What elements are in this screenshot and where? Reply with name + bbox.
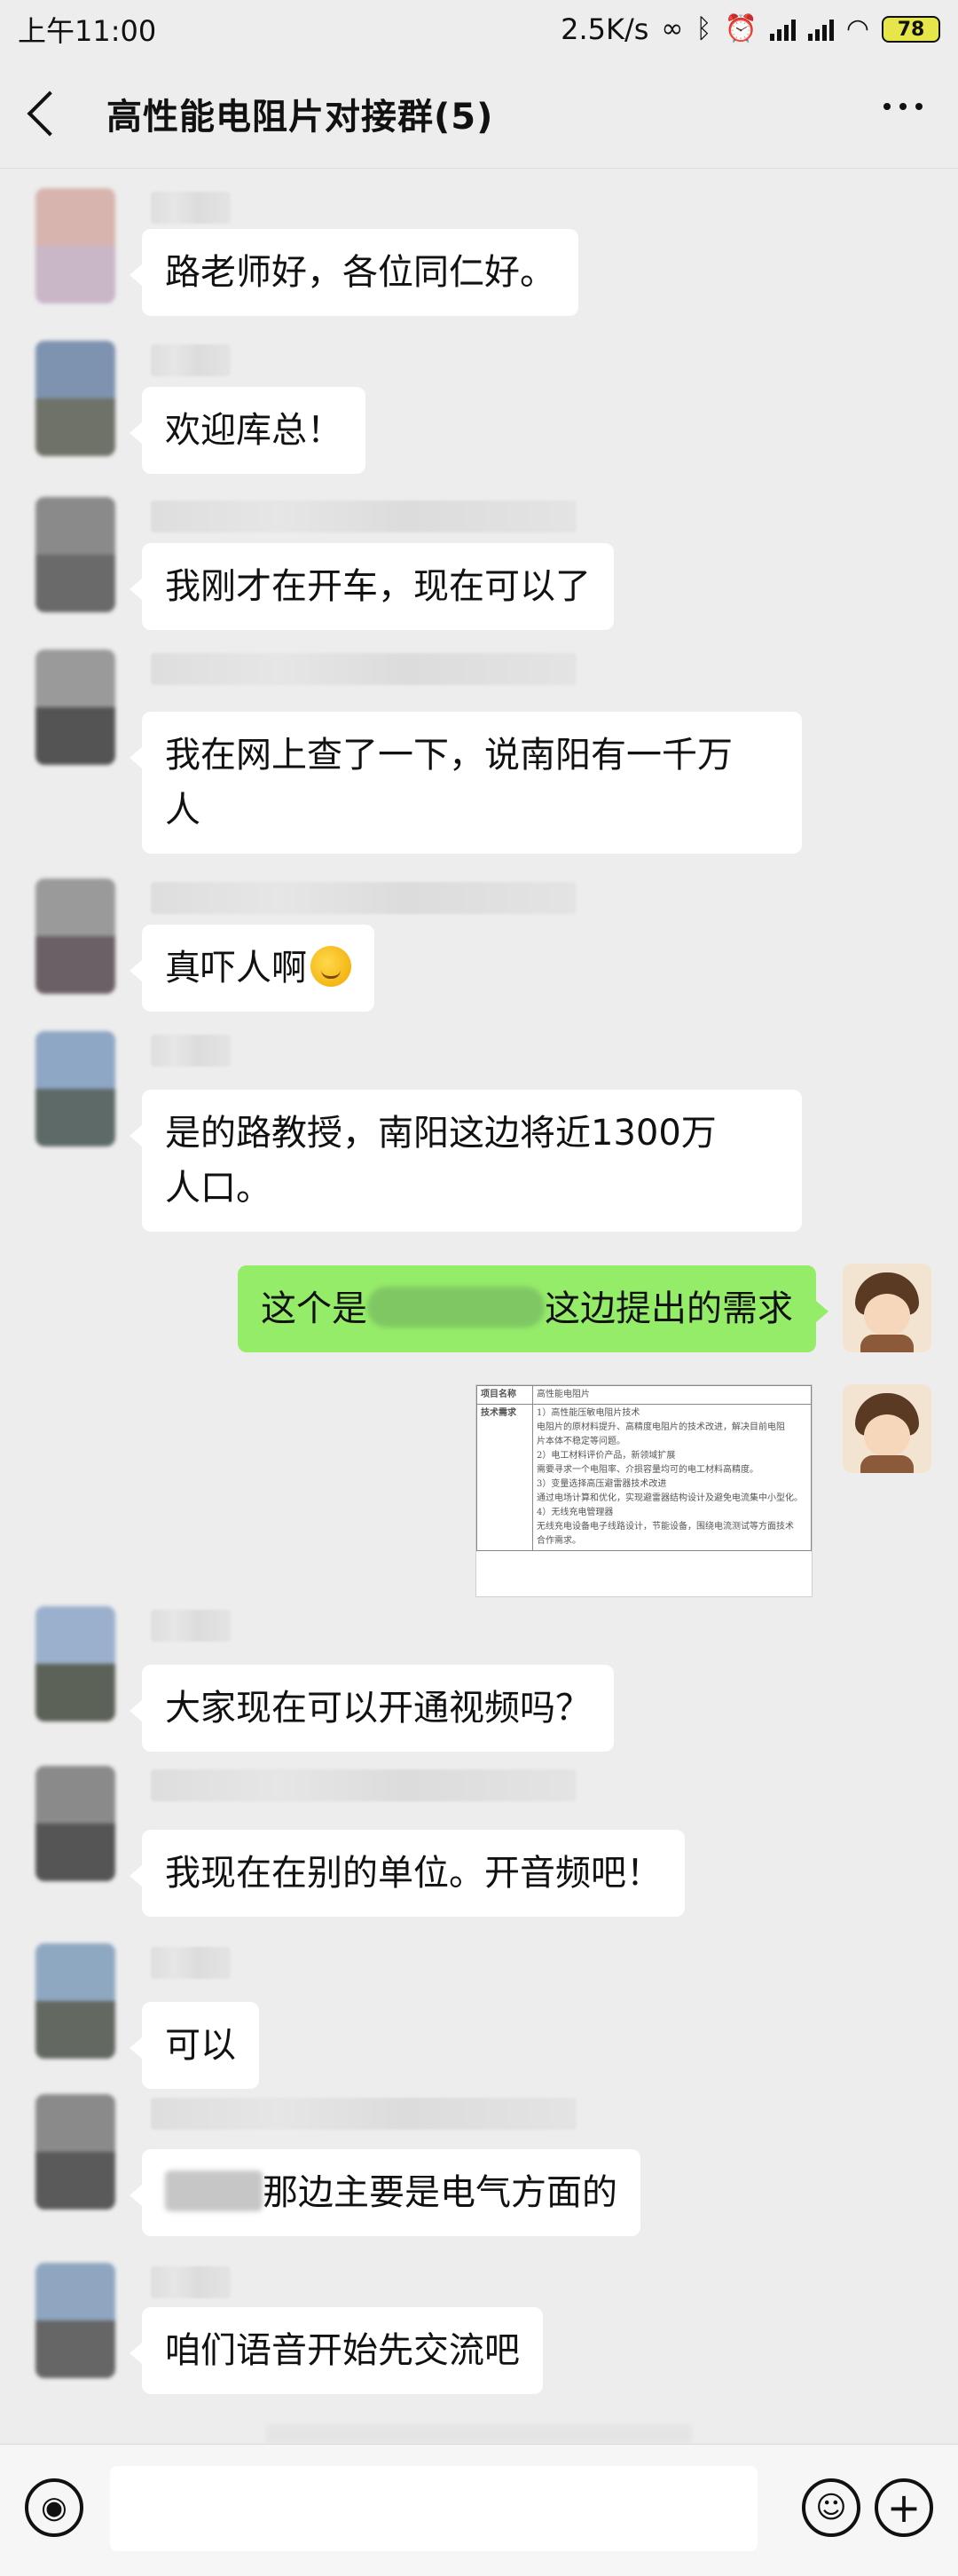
message-bubble[interactable]: 路老师好，各位同仁好。 (130, 229, 578, 316)
avatar[interactable] (35, 1031, 115, 1146)
avatar[interactable] (35, 1606, 115, 1721)
sender-name (151, 653, 577, 685)
sender-name (151, 2098, 577, 2130)
doc-line: 合作需求。 (537, 1536, 581, 1546)
avatar[interactable] (35, 188, 115, 303)
doc-line: 无线充电设备电子线路设计，节能设备，围绕电流测试等方面技术 (537, 1522, 794, 1532)
avatar[interactable] (35, 2263, 115, 2378)
doc-line: 3）变量选择高压避雷器技术改进 (537, 1479, 667, 1489)
message-bubble[interactable]: 我现在在别的单位。开音频吧！ (130, 1830, 685, 1917)
chat-header: 高性能电阻片对接群(5) (0, 59, 958, 169)
message-bubble[interactable]: 是的路教授，南阳这边将近1300万 人口。 (130, 1090, 802, 1232)
message-bubble[interactable]: 咱们语音开始先交流吧 (130, 2307, 543, 2394)
sender-name (151, 192, 231, 224)
sender-name (151, 500, 577, 532)
status-bar: 上午11:00 2.5K/s ∞ ᛒ ⏰ ◠ 78 (0, 0, 958, 59)
sender-name (151, 1769, 577, 1801)
link-icon: ∞ (661, 13, 684, 44)
back-icon[interactable] (27, 91, 73, 136)
avatar[interactable] (35, 2094, 115, 2210)
avatar[interactable] (35, 1766, 115, 1881)
sender-name (151, 1035, 231, 1067)
message-input[interactable] (110, 2466, 758, 2551)
sender-name (151, 1947, 231, 1979)
avatar[interactable] (35, 1943, 115, 2059)
sent-message-bubble[interactable]: 这个是 这边提出的需求 (238, 1265, 828, 1352)
document-image[interactable]: 项目名称 高性能电阻片 技术需求 1）高性能压敏电阻片技术 电阻片的原材料提升、高… (475, 1384, 813, 1597)
message-text: 真吓人啊 (165, 948, 307, 989)
doc-label: 项目名称 (476, 1385, 533, 1405)
doc-value: 高性能电阻片 (532, 1385, 812, 1405)
doc-line: 4）无线充电管理器 (537, 1508, 614, 1517)
avatar[interactable] (35, 497, 115, 612)
network-speed: 2.5K/s (561, 12, 649, 46)
sender-name (151, 1610, 231, 1642)
doc-line: 1）高性能压敏电阻片技术 (537, 1408, 640, 1418)
message-bubble[interactable]: 那边主要是电气方面的 (130, 2149, 640, 2236)
avatar[interactable] (35, 341, 115, 456)
message-line: 是的路教授，南阳这边将近1300万 (165, 1113, 717, 1154)
alarm-icon: ⏰ (724, 13, 758, 44)
wifi-icon: ◠ (845, 13, 869, 44)
message-bubble[interactable]: 可以 (130, 2002, 259, 2089)
message-bubble[interactable]: 我刚才在开车，现在可以了 (130, 543, 614, 630)
avatar[interactable] (35, 650, 115, 765)
sender-name (151, 344, 231, 376)
signal-icon (807, 18, 834, 41)
redacted-text (165, 2170, 263, 2211)
doc-line: 2）电工材料评价产品，新领域扩展 (537, 1451, 676, 1461)
message-line: 人 (165, 790, 200, 831)
message-line: 人口。 (165, 1168, 271, 1209)
more-icon[interactable] (883, 103, 923, 110)
chat-title: 高性能电阻片对接群(5) (106, 96, 494, 138)
doc-line: 片本体不稳定等问题。 (537, 1437, 625, 1446)
message-text: 这边提出的需求 (545, 1288, 793, 1329)
redacted-text (367, 1287, 545, 1327)
avatar[interactable] (843, 1264, 931, 1352)
emoji-icon[interactable]: ☺ (802, 2478, 860, 2537)
status-icons: 2.5K/s ∞ ᛒ ⏰ ◠ 78 (561, 12, 940, 46)
avatar[interactable] (35, 878, 115, 994)
system-notice (266, 2425, 692, 2443)
message-bubble[interactable]: 真吓人啊 (130, 925, 374, 1012)
sender-name (151, 2266, 231, 2298)
voice-icon[interactable]: ◉ (25, 2478, 83, 2537)
doc-lines: 1）高性能压敏电阻片技术 电阻片的原材料提升、高精度电阻片的技术改进，解决目前电… (532, 1404, 812, 1551)
status-time: 上午11:00 (18, 14, 157, 48)
message-bubble[interactable]: 欢迎库总！ (130, 387, 365, 474)
message-text: 那边主要是电气方面的 (263, 2172, 617, 2213)
message-bubble[interactable]: 大家现在可以开通视频吗？ (130, 1665, 614, 1752)
battery-icon: 78 (882, 16, 940, 43)
signal-icon (769, 18, 796, 41)
thinking-face-emoji (310, 946, 351, 987)
doc-line: 需要寻求一个电阻率、介损容量均可的电工材料高精度。 (537, 1465, 758, 1475)
doc-line: 电阻片的原材料提升、高精度电阻片的技术改进，解决目前电阻 (537, 1422, 785, 1432)
message-text: 这个是 (261, 1288, 367, 1329)
sender-name (151, 882, 577, 914)
plus-icon[interactable]: + (875, 2478, 933, 2537)
doc-line: 通过电场计算和优化，实现避雷器结构设计及避免电流集中小型化。 (537, 1493, 803, 1503)
avatar[interactable] (843, 1384, 931, 1473)
input-bar: ◉ ☺ + (0, 2444, 958, 2576)
doc-label: 技术需求 (476, 1404, 533, 1551)
bluetooth-icon: ᛒ (695, 13, 712, 44)
message-line: 我在网上查了一下，说南阳有一千万 (165, 735, 733, 776)
message-bubble[interactable]: 我在网上查了一下，说南阳有一千万 人 (130, 712, 802, 854)
